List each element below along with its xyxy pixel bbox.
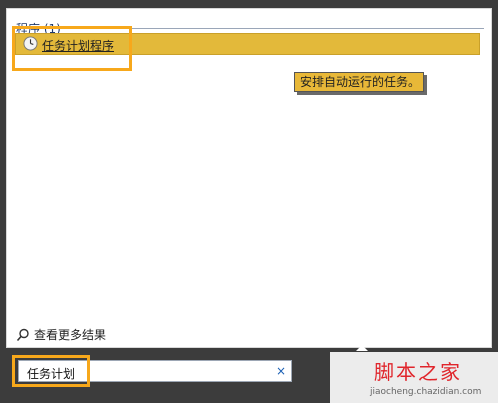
tooltip: 安排自动运行的任务。 [294, 72, 424, 92]
watermark-logo-text: 脚本之家 [374, 360, 462, 384]
see-more-results-link[interactable]: 查看更多结果 [16, 326, 106, 343]
watermark: 脚本之家 jiaocheng.chazidian.com [330, 352, 498, 403]
clear-icon[interactable]: × [276, 364, 286, 378]
annotation-highlight-search [12, 355, 90, 387]
watermark-url: jiaocheng.chazidian.com [370, 387, 482, 397]
search-icon [16, 328, 29, 341]
see-more-label: 查看更多结果 [34, 328, 107, 342]
panel-pointer [356, 345, 368, 351]
annotation-highlight-result [12, 26, 132, 71]
